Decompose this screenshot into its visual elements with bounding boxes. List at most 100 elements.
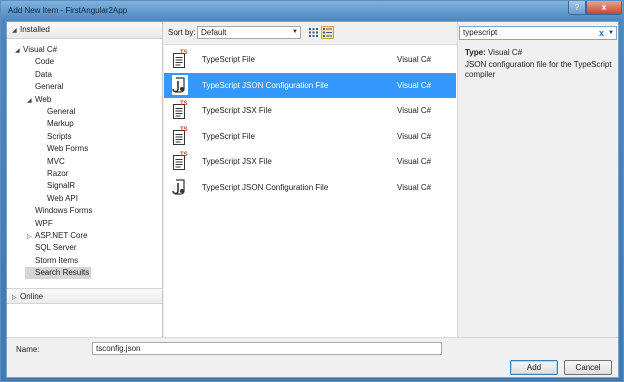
- template-description: JSON configuration file for the TypeScri…: [465, 60, 612, 79]
- template-row[interactable]: TypeScript JSON Configuration File Visual…: [164, 72, 456, 98]
- template-type: Visual C#: [397, 182, 432, 192]
- tree-item[interactable]: ◢ Web: [27, 94, 51, 106]
- expand-arrow-icon: ◢: [12, 28, 17, 34]
- tree-item-label: Data: [35, 69, 52, 79]
- title-bar[interactable]: Add New Item - FirstAngular2App ? x: [1, 1, 623, 21]
- add-button[interactable]: Add: [510, 360, 558, 375]
- collapse-arrow-icon: ▷: [12, 295, 17, 301]
- template-type: Visual C#: [397, 106, 432, 115]
- template-type: Visual C#: [397, 55, 432, 64]
- online-header[interactable]: ▷ Online: [7, 288, 162, 304]
- template-row[interactable]: TS TypeScript File Visual C#: [164, 124, 456, 149]
- expand-arrow-icon[interactable]: ◢: [27, 95, 35, 107]
- typescript-file-icon: TS: [172, 100, 188, 120]
- tree-item[interactable]: Storm Items: [27, 255, 78, 267]
- template-name: TypeScript File: [202, 55, 255, 64]
- search-input[interactable]: typescript x ▼: [459, 26, 617, 40]
- help-button[interactable]: ?: [568, 1, 586, 15]
- template-row[interactable]: TypeScript JSON Configuration File Visual…: [164, 175, 456, 200]
- template-pane: Sort by: Default ▼ TS TypeScript File Visu…: [164, 22, 457, 337]
- tree-item-label: Razor: [47, 169, 69, 178]
- chevron-down-icon[interactable]: ▼: [608, 27, 614, 39]
- tree-item[interactable]: Search Results: [25, 267, 92, 280]
- tree-item-label: Web API: [47, 193, 78, 203]
- template-name: TypeScript JSON Configuration File: [202, 80, 329, 90]
- tree-item[interactable]: Web API: [39, 193, 78, 205]
- search-value: typescript: [463, 28, 498, 37]
- typescript-file-icon: TS: [172, 49, 188, 69]
- svg-text:TS: TS: [180, 50, 188, 56]
- dialog-window: Add New Item - FirstAngular2App ? x ◢ Ins…: [0, 0, 624, 382]
- online-label: Online: [20, 292, 44, 301]
- chevron-down-icon: ▼: [292, 29, 298, 35]
- installed-header[interactable]: ◢ Installed: [7, 22, 162, 39]
- tree-item-label: General: [35, 82, 64, 92]
- tree-item-label: Visual C#: [23, 45, 58, 54]
- sort-by-label: Sort by:: [168, 28, 196, 37]
- tree-item[interactable]: Data: [27, 69, 52, 81]
- list-view-icon[interactable]: [321, 26, 334, 39]
- svg-text:TS: TS: [180, 127, 188, 133]
- tree-item[interactable]: Windows Forms: [27, 205, 92, 217]
- template-type: Visual C#: [397, 157, 432, 166]
- template-row[interactable]: TS TypeScript JSX File Visual C#: [164, 149, 456, 174]
- tree-item[interactable]: ▷ ASP.NET Core: [27, 230, 88, 242]
- template-type: Type: Visual C#: [465, 48, 522, 57]
- clear-search-icon[interactable]: x: [599, 27, 604, 39]
- tree-item[interactable]: Web Forms: [39, 143, 88, 155]
- template-list: TS TypeScript File Visual C# TypeScript JSO…: [164, 44, 457, 337]
- tree-item-label: Search Results: [35, 268, 90, 278]
- dialog-body: ◢ Installed ◢ Visual C# Code Data General ◢ Web…: [6, 21, 619, 378]
- close-button[interactable]: x: [586, 1, 622, 15]
- tree-item[interactable]: WPF: [27, 218, 53, 230]
- json-config-icon: [172, 74, 188, 95]
- tree-item-label: MVC: [47, 156, 65, 166]
- template-type: Visual C#: [397, 131, 432, 141]
- typescript-file-icon: TS: [172, 126, 188, 146]
- tree-item[interactable]: Scripts: [39, 131, 71, 143]
- tree-item-label: SignalR: [47, 181, 76, 191]
- name-field[interactable]: tsconfig.json: [92, 342, 442, 355]
- name-label: Name:: [16, 345, 40, 354]
- expand-arrow-icon[interactable]: ▷: [27, 231, 35, 243]
- svg-text:TS: TS: [180, 152, 188, 158]
- tree-item-label: Scripts: [47, 131, 72, 141]
- template-row[interactable]: TS TypeScript JSX File Visual C#: [164, 98, 456, 123]
- expand-arrow-icon[interactable]: ◢: [15, 45, 23, 57]
- sort-select[interactable]: Default ▼: [197, 26, 301, 39]
- tree-item-label: WPF: [35, 218, 53, 228]
- window-title: Add New Item - FirstAngular2App: [8, 6, 128, 15]
- sort-value: Default: [201, 28, 227, 37]
- grid-view-icon[interactable]: [307, 26, 320, 39]
- tree-item-label: General: [47, 107, 76, 116]
- tree-item[interactable]: SignalR: [39, 180, 75, 192]
- template-name: TypeScript JSON Configuration File: [202, 182, 329, 192]
- tree-item-label: Web Forms: [47, 144, 89, 154]
- template-name: TypeScript JSX File: [202, 106, 272, 115]
- dialog-footer: Name: tsconfig.json Add Cancel: [7, 337, 618, 377]
- tree-item[interactable]: General: [39, 106, 75, 118]
- template-name: TypeScript File: [202, 131, 255, 141]
- cancel-button[interactable]: Cancel: [564, 360, 612, 375]
- tree-item-label: Storm Items: [35, 255, 79, 265]
- tree-item[interactable]: Razor: [39, 168, 68, 180]
- tree-item[interactable]: General: [27, 81, 63, 93]
- svg-text:TS: TS: [180, 101, 188, 107]
- template-name: TypeScript JSX File: [202, 157, 272, 166]
- category-tree: ◢ Installed ◢ Visual C# Code Data General ◢ Web…: [7, 22, 163, 337]
- tree-item[interactable]: ◢ Visual C#: [15, 44, 57, 56]
- tree-item-label: Code: [35, 57, 55, 67]
- tree-item[interactable]: SQL Server: [27, 242, 77, 254]
- tree-item-label: Web: [35, 94, 52, 104]
- tree-item[interactable]: Markup: [39, 118, 74, 130]
- template-row[interactable]: TS TypeScript File Visual C#: [164, 47, 456, 72]
- tree-item[interactable]: Code: [27, 56, 54, 68]
- tree-item[interactable]: MVC: [39, 156, 65, 168]
- type-value: Visual C#: [487, 48, 523, 57]
- installed-label: Installed: [20, 25, 50, 34]
- tree-item-label: Markup: [47, 119, 74, 129]
- tree-item-label: SQL Server: [35, 243, 77, 253]
- type-label: Type:: [465, 48, 486, 57]
- tree-item-label: Windows Forms: [35, 206, 93, 216]
- tree-item-label: ASP.NET Core: [35, 231, 88, 240]
